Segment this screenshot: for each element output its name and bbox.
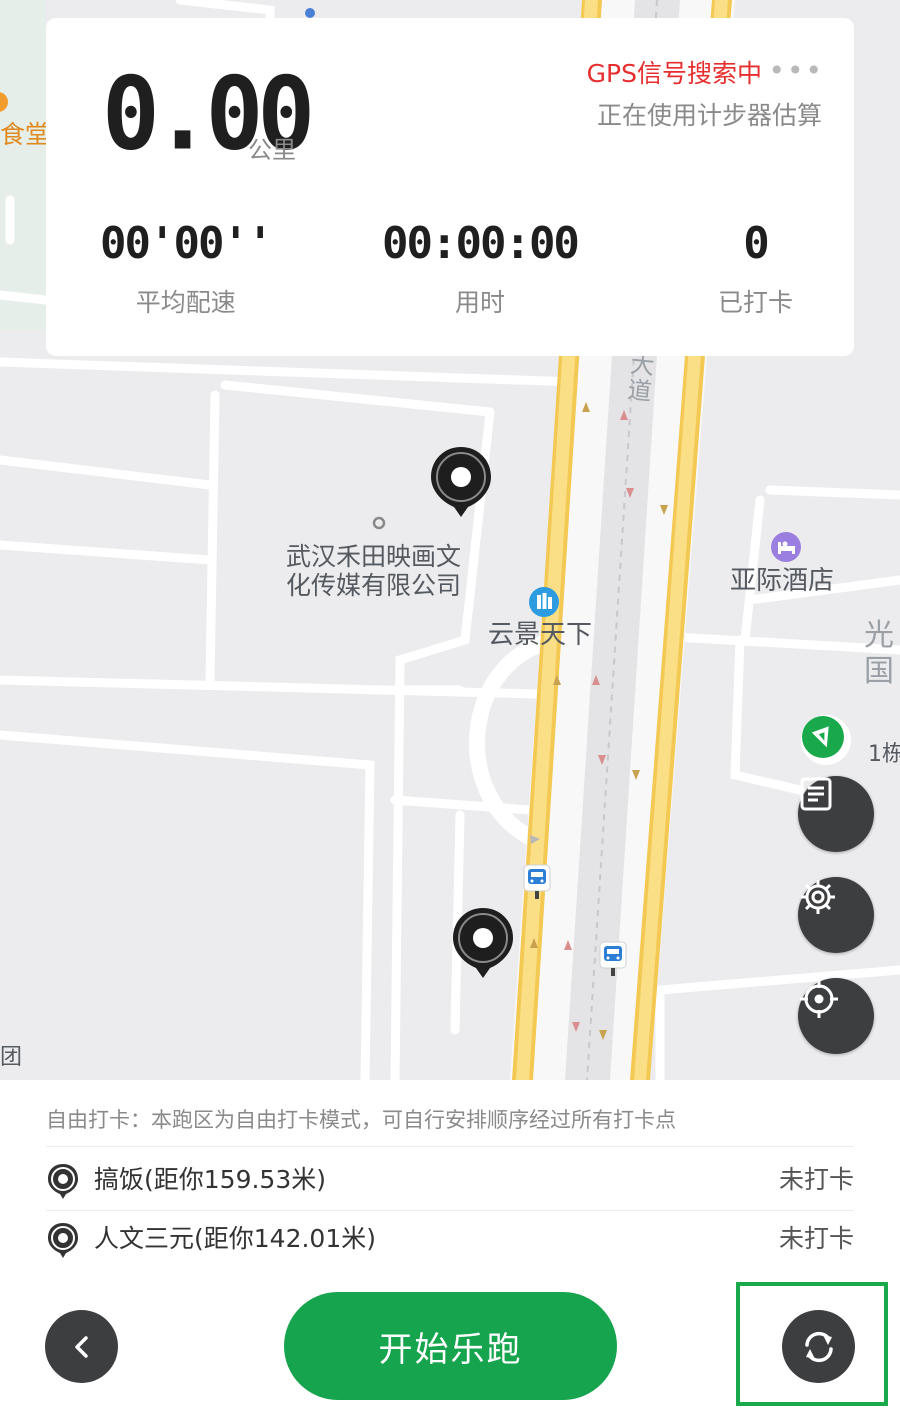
avg-pace-label: 平均配速 (135, 288, 236, 317)
map-label-hotel: 亚际酒店 (730, 566, 835, 596)
duration-label: 用时 (454, 288, 505, 317)
checkpoint-pin-icon[interactable] (428, 445, 494, 519)
building-icon (529, 587, 559, 617)
list-button[interactable] (798, 776, 874, 852)
stats-card: 0.00 公里 GPS信号搜索中 ••• 正在使用计步器估算 00'00'' 平… (46, 18, 854, 356)
pedometer-note: 正在使用计步器估算 (596, 101, 822, 130)
gps-status: GPS信号搜索中 (586, 59, 762, 88)
map-label-community: 云景天下 (488, 620, 593, 650)
navigation-button[interactable] (801, 715, 851, 765)
checkpoint-status: 未打卡 (778, 1165, 854, 1194)
navigation-arrow-icon (802, 716, 844, 758)
map-pin-icon (48, 1223, 78, 1258)
bus-stop-icon (599, 941, 627, 976)
back-button[interactable] (45, 1310, 118, 1383)
map-pin-icon (48, 1164, 78, 1199)
map-label-road: 大道 (626, 349, 656, 407)
bus-stop-icon (523, 864, 551, 899)
duration-metric: 00:00:00 用时 (382, 218, 580, 319)
map-label-canteen: 食堂 (0, 120, 51, 149)
avg-pace-metric: 00'00'' 平均配速 (100, 218, 273, 319)
map-label-company: 武汉禾田映画文 化传媒有限公司 (286, 542, 462, 600)
distance-unit: 公里 (248, 136, 296, 164)
divider (46, 1210, 854, 1211)
list-icon (800, 777, 832, 811)
avg-pace-value: 00'00'' (100, 218, 273, 269)
checked-in-label: 已打卡 (718, 288, 794, 317)
gear-icon (801, 880, 835, 914)
hotel-icon (771, 532, 801, 562)
start-run-button[interactable]: 开始乐跑 (284, 1292, 617, 1400)
mode-description: 自由打卡：本跑区为自由打卡模式，可自行安排顺序经过所有打卡点 (46, 1108, 676, 1132)
checkpoint-name: 搞饭(距你159.53米) (94, 1165, 326, 1194)
settings-button[interactable] (798, 877, 874, 953)
checkpoint-row[interactable]: 搞饭(距你159.53米) 未打卡 (46, 1156, 854, 1200)
map-label-tuan: 团 (0, 1045, 23, 1070)
highlight-box (736, 1282, 888, 1406)
checked-in-value: 0 (743, 218, 770, 269)
checkpoint-pin-icon[interactable] (450, 906, 516, 980)
divider (46, 1146, 854, 1147)
checkpoint-status: 未打卡 (778, 1224, 854, 1253)
duration-value: 00:00:00 (382, 218, 580, 269)
chevron-left-icon (74, 1335, 88, 1358)
checkpoint-name: 人文三元(距你142.01米) (94, 1224, 376, 1253)
map-label-building: 1栋 (868, 742, 900, 767)
checked-in-metric: 0 已打卡 (718, 218, 793, 319)
locate-crosshair-icon (800, 980, 838, 1018)
map-label-guang-guo: 光 国 (864, 618, 894, 689)
checkpoint-row[interactable]: 人文三元(距你142.01米) 未打卡 (46, 1215, 854, 1259)
more-options-button[interactable]: ••• (768, 54, 824, 87)
locate-button[interactable] (798, 978, 874, 1054)
